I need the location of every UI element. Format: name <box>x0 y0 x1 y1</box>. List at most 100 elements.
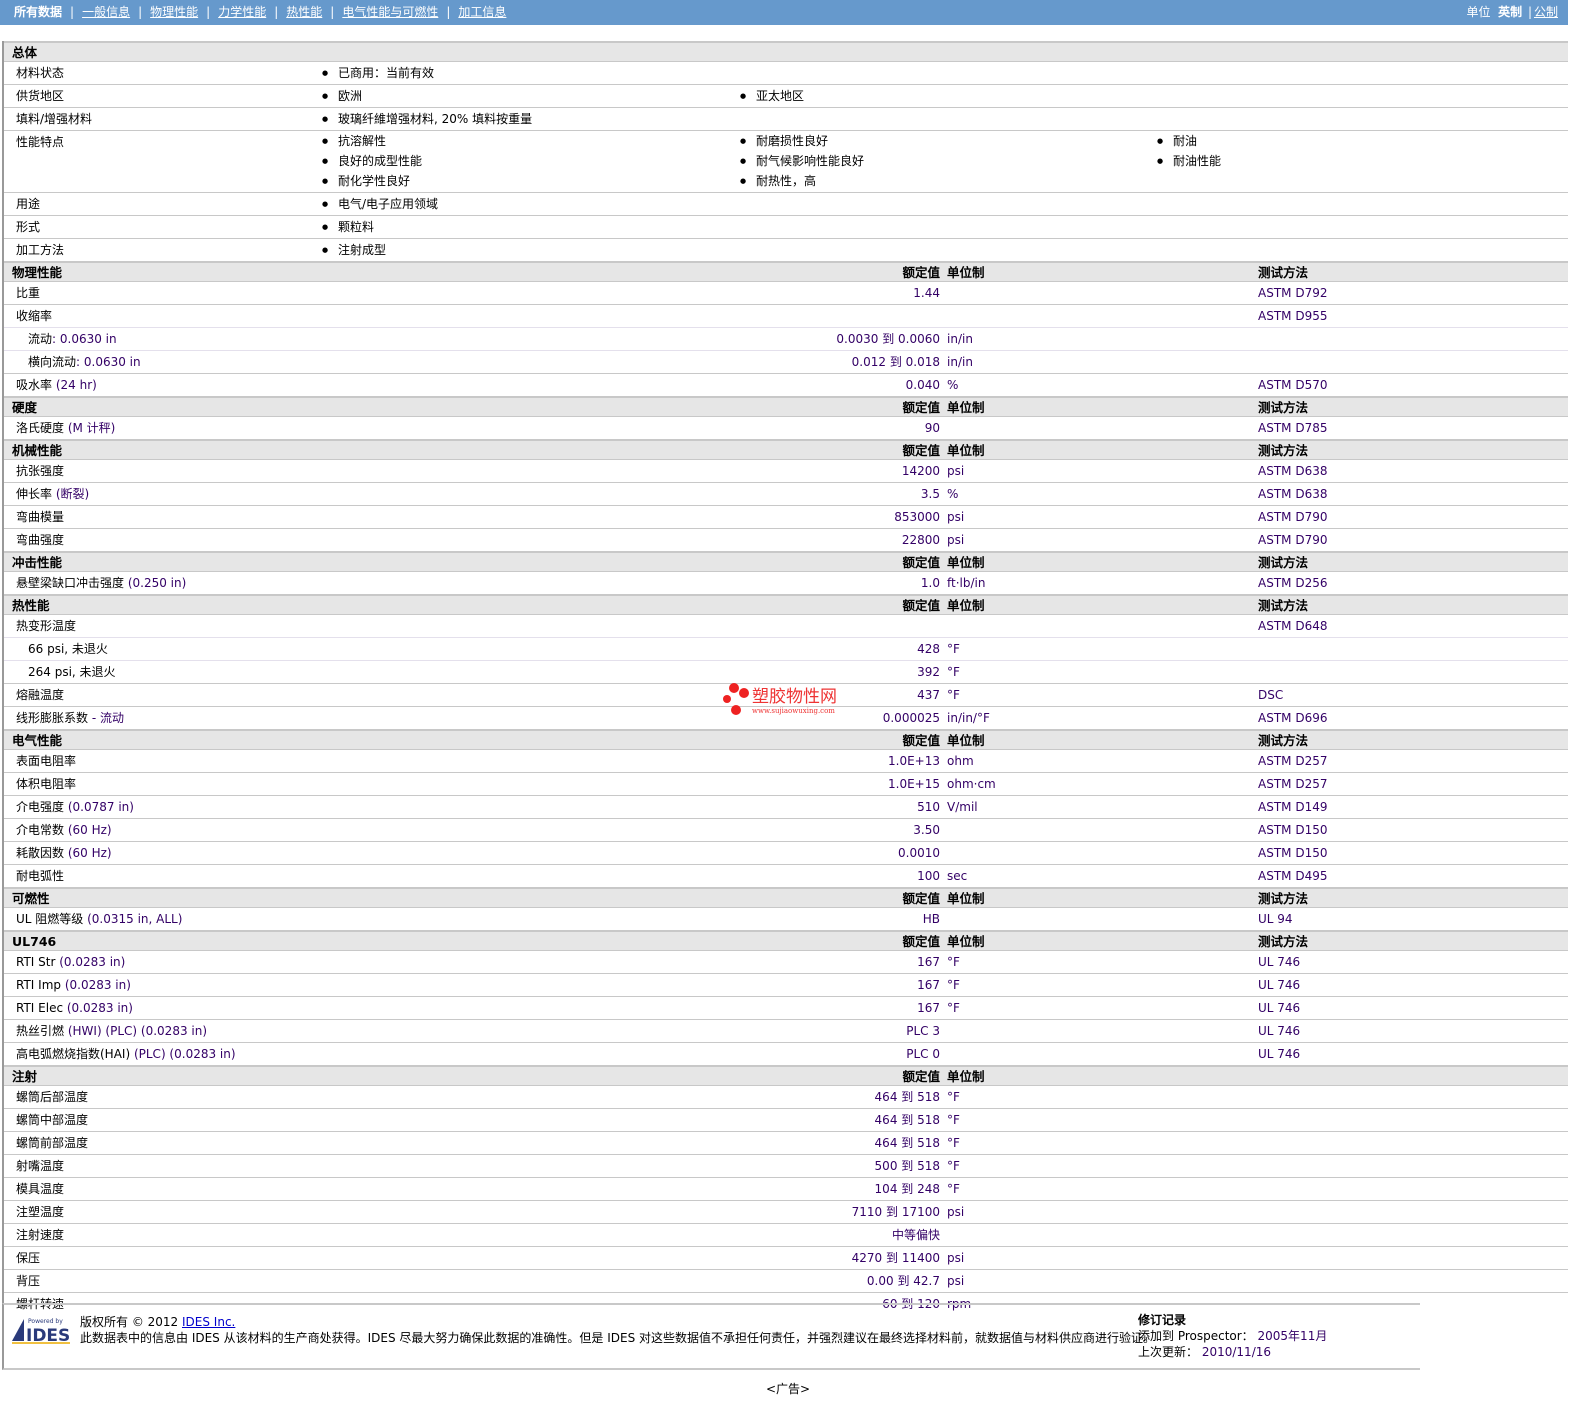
property-condition: (断裂) <box>52 487 90 501</box>
property-row: 弯曲模量 853000 psi ASTM D790 <box>4 505 1568 528</box>
property-value: 7110 到 17100 <box>851 1205 940 1219</box>
property-label: 螺筒前部温度 <box>16 1136 89 1150</box>
property-label: 模具温度 <box>16 1182 65 1196</box>
property-value: 510 <box>917 800 940 814</box>
test-method: ASTM D648 <box>1258 619 1328 633</box>
property-unit: sec <box>947 869 968 883</box>
nav-link-6[interactable]: 加工信息 <box>458 5 506 19</box>
property-unit: °F <box>947 642 960 656</box>
property-value: 1.0E+15 <box>888 777 940 791</box>
row-label: 供货地区 <box>16 89 65 103</box>
copyright-text: 版权所有 © 2012 <box>80 1315 179 1329</box>
test-method: ASTM D696 <box>1258 711 1328 725</box>
units-imperial[interactable]: 英制 <box>1498 5 1522 19</box>
watermark-logo: 塑胶物性网 www.sujiaowuxing.com <box>723 683 837 715</box>
property-unit: psi <box>947 464 965 478</box>
property-value: 464 到 518 <box>874 1136 940 1150</box>
value-header: 额定值 <box>902 443 940 458</box>
property-value: 853000 <box>894 510 940 524</box>
test-method: UL 746 <box>1258 955 1301 969</box>
section-header: 冲击性能 额定值 单位制 测试方法 <box>4 551 1568 571</box>
property-value: HB <box>922 912 940 926</box>
nav-link-5[interactable]: 电气性能与可燃性 <box>342 5 438 19</box>
bullet-item: 注射成型 <box>322 239 386 262</box>
property-row: 流动: 0.0630 in 0.0030 到 0.0060 in/in <box>4 327 1568 350</box>
property-label: 66 psi, 未退火 <box>28 642 108 656</box>
bullet-item: 耐油性能 <box>1157 150 1221 173</box>
test-method: ASTM D790 <box>1258 510 1328 524</box>
svg-text:IDES: IDES <box>26 1326 70 1345</box>
value-header: 额定值 <box>902 733 940 748</box>
unit-header: 单位制 <box>947 598 985 613</box>
section-header: 注射 额定值 单位制 <box>4 1065 1568 1085</box>
section-title: 硬度 <box>12 400 38 415</box>
property-row: UL 阻燃等级 (0.0315 in, ALL) HB UL 94 <box>4 907 1568 930</box>
property-unit: psi <box>947 1251 965 1265</box>
property-unit: psi <box>947 1274 965 1288</box>
property-label: 耐电弧性 <box>16 869 65 883</box>
property-unit: % <box>947 378 959 392</box>
property-value: PLC 3 <box>906 1024 940 1038</box>
property-unit: °F <box>947 1136 960 1150</box>
property-value: 428 <box>917 642 940 656</box>
unit-header: 单位制 <box>947 733 985 748</box>
property-value: 中等偏快 <box>891 1228 940 1242</box>
nav-link-2[interactable]: 物理性能 <box>150 5 198 19</box>
property-unit: °F <box>947 1001 960 1015</box>
property-label: 线形膨胀系数 <box>16 711 89 725</box>
row-label: 填料/增强材料 <box>16 112 93 126</box>
property-row: 弯曲强度 22800 psi ASTM D790 <box>4 528 1568 551</box>
row-label: 材料状态 <box>16 66 65 80</box>
test-method: ASTM D150 <box>1258 823 1328 837</box>
nav-link-3[interactable]: 力学性能 <box>218 5 266 19</box>
property-value: 0.0030 到 0.0060 <box>836 332 940 346</box>
property-row: RTI Elec (0.0283 in) 167 °F UL 746 <box>4 996 1568 1019</box>
updated-value: 2010/11/16 <box>1201 1345 1272 1359</box>
property-row: 横向流动: 0.0630 in 0.012 到 0.018 in/in <box>4 350 1568 373</box>
property-unit: °F <box>947 688 960 702</box>
property-value: 100 <box>917 869 940 883</box>
property-condition: - 流动 <box>88 711 124 725</box>
property-value: 167 <box>917 1001 940 1015</box>
nav-link-1[interactable]: 一般信息 <box>82 5 130 19</box>
property-condition: (0.250 in) <box>124 576 187 590</box>
test-method: ASTM D785 <box>1258 421 1328 435</box>
property-row: 悬壁梁缺口冲击强度 (0.250 in) 1.0 ft·lb/in ASTM D256 <box>4 571 1568 594</box>
property-row: 体积电阻率 1.0E+15 ohm·cm ASTM D257 <box>4 772 1568 795</box>
property-value: 167 <box>917 978 940 992</box>
value-header: 额定值 <box>902 598 940 613</box>
ides-link[interactable]: IDES Inc. <box>182 1315 235 1329</box>
updated-label: 上次更新： <box>1138 1345 1199 1359</box>
test-method: ASTM D792 <box>1258 286 1328 300</box>
method-header: 测试方法 <box>1258 443 1309 458</box>
section-title: UL746 <box>12 934 57 949</box>
property-condition: (M 计秤) <box>64 421 116 435</box>
property-label: 横向流动 <box>28 355 77 369</box>
property-value: 464 到 518 <box>874 1113 940 1127</box>
property-unit: in/in <box>947 332 973 346</box>
section-title: 热性能 <box>12 598 50 613</box>
section-header: 硬度 额定值 单位制 测试方法 <box>4 396 1568 416</box>
property-row: 比重 1.44 ASTM D792 <box>4 281 1568 304</box>
unit-header: 单位制 <box>947 1069 985 1084</box>
row-label: 形式 <box>16 220 41 234</box>
property-row: 注射速度 中等偏快 <box>4 1223 1568 1246</box>
units-metric-link[interactable]: 公制 <box>1534 5 1558 19</box>
test-method: ASTM D638 <box>1258 487 1328 501</box>
nav-link-4[interactable]: 热性能 <box>286 5 322 19</box>
section-header: 机械性能 额定值 单位制 测试方法 <box>4 439 1568 459</box>
property-label: 悬壁梁缺口冲击强度 <box>16 576 125 590</box>
unit-header: 单位制 <box>947 443 985 458</box>
row-label: 性能特点 <box>16 135 65 149</box>
section-title: 机械性能 <box>12 443 63 458</box>
units-label: 单位 <box>1466 5 1491 19</box>
property-condition: (0.0283 in) <box>63 1001 133 1015</box>
nav-all-data[interactable]: 所有数据 <box>14 5 62 19</box>
property-value: 392 <box>917 665 940 679</box>
bullet-item: 玻璃纤維增强材料, 20% 填料按重量 <box>322 108 532 131</box>
value-header: 额定值 <box>902 555 940 570</box>
property-label: 高电弧燃烧指数(HAI) <box>16 1047 131 1061</box>
property-condition: (24 hr) <box>52 378 97 392</box>
property-unit: °F <box>947 1090 960 1104</box>
property-row: 注塑温度 7110 到 17100 psi <box>4 1200 1568 1223</box>
